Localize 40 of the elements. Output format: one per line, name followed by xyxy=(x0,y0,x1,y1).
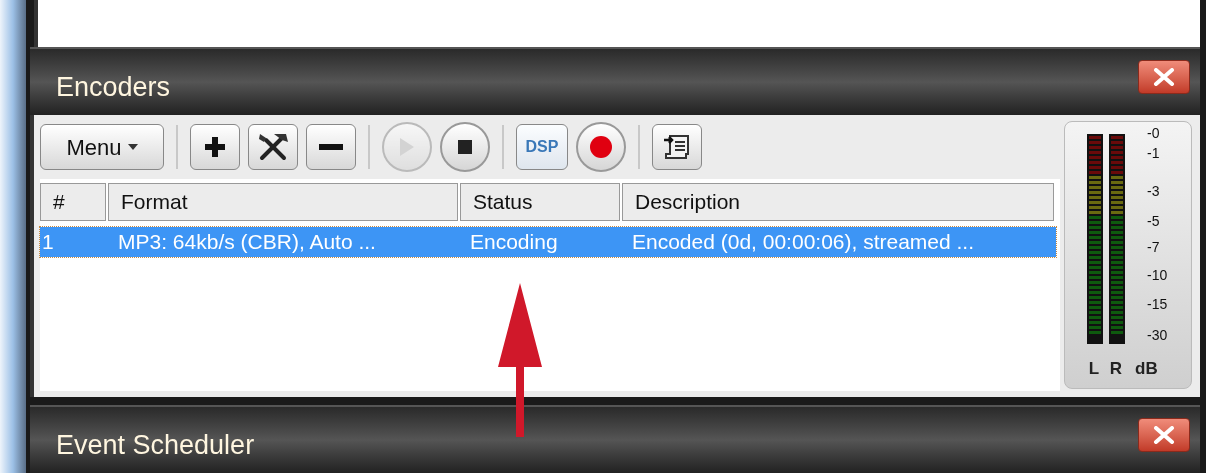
column-header[interactable]: # xyxy=(40,183,106,221)
table-cell-text: Encoding xyxy=(469,229,559,256)
meter-scale-label: -0 xyxy=(1147,126,1160,140)
table-cell-text: 1 xyxy=(41,229,55,256)
meter-scale-label: -1 xyxy=(1147,146,1160,160)
column-header[interactable]: Status xyxy=(460,183,620,221)
table-cell-text: Encoded (0d, 00:00:06), streamed ... xyxy=(631,229,976,256)
play-icon xyxy=(399,137,415,157)
meter-scale-label: -5 xyxy=(1147,214,1160,228)
close-icon xyxy=(1153,426,1175,444)
stop-button[interactable] xyxy=(440,122,490,172)
scroll-icon xyxy=(662,132,692,162)
script-button[interactable] xyxy=(652,124,702,170)
plus-icon xyxy=(203,135,227,159)
panel-title: Encoders xyxy=(56,70,171,104)
menu-button[interactable]: Menu xyxy=(40,124,164,170)
table-cell-text: MP3: 64kb/s (CBR), Auto ... xyxy=(117,229,377,256)
close-button[interactable] xyxy=(1138,418,1190,452)
meter-scale-label: -30 xyxy=(1147,328,1168,342)
close-button[interactable] xyxy=(1138,60,1190,94)
meter-scale-label: -15 xyxy=(1147,297,1168,311)
tools-button[interactable] xyxy=(248,124,298,170)
minus-icon xyxy=(319,143,343,151)
panel-title: Event Scheduler xyxy=(56,428,255,462)
column-header[interactable]: Description xyxy=(622,183,1054,221)
unit-label: dB xyxy=(1135,360,1158,377)
dsp-button[interactable]: DSP xyxy=(516,124,568,170)
stop-icon xyxy=(458,140,472,154)
channel-label: R xyxy=(1109,360,1123,377)
remove-button[interactable] xyxy=(306,124,356,170)
add-button[interactable] xyxy=(190,124,240,170)
caret-icon xyxy=(127,144,138,150)
meter-scale-label: -3 xyxy=(1147,184,1160,198)
meter-scale-label: -10 xyxy=(1147,268,1168,282)
meter-scale-label: -7 xyxy=(1147,240,1160,254)
column-header[interactable]: Format xyxy=(108,183,458,221)
record-icon xyxy=(590,136,612,158)
record-button[interactable] xyxy=(576,122,626,172)
channel-label: L xyxy=(1087,360,1101,377)
close-icon xyxy=(1153,68,1175,86)
